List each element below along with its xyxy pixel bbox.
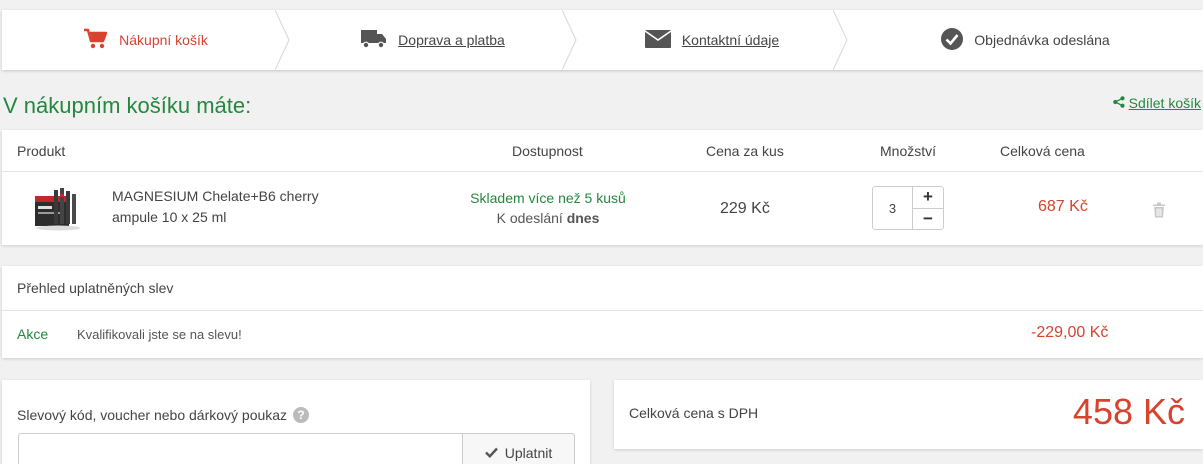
step-order-sent: Objednávka odeslána (847, 10, 1203, 70)
shipping-info: K odeslání dnes (442, 208, 654, 228)
voucher-panel: Slevový kód, voucher nebo dárkový poukaz… (2, 380, 590, 464)
product-image[interactable] (32, 182, 84, 234)
unit-price: 229 Kč (720, 200, 770, 217)
step-contact-label: Kontaktní údaje (681, 32, 780, 48)
step-cart[interactable]: Nákupní košík (2, 10, 290, 70)
step-contact[interactable]: Kontaktní údaje (576, 10, 848, 70)
cart-icon (83, 28, 109, 53)
shipping-prefix: K odeslání (496, 210, 563, 226)
order-total-panel: Celková cena s DPH 458 Kč (614, 380, 1203, 449)
share-cart-label: Sdílet košík (1128, 95, 1201, 111)
step-separator (562, 10, 577, 70)
product-name-link[interactable]: MAGNESIUM Chelate+B6 cherry ampule 10 x … (112, 186, 352, 228)
discounts-panel: Přehled uplatněných slev Akce Kvalifikov… (2, 266, 1203, 358)
apply-voucher-button[interactable]: Uplatnit (462, 433, 575, 464)
discount-type: Akce (17, 326, 49, 342)
row-total-price: 687 Kč (1038, 198, 1088, 215)
help-icon[interactable]: ? (293, 407, 310, 423)
checkout-steps: Nákupní košík Doprava a platba Kontaktní… (2, 10, 1203, 70)
envelope-icon (644, 29, 672, 52)
step-shipping-label: Doprava a platba (398, 32, 505, 48)
order-total-value: 458 Kč (1072, 391, 1185, 432)
voucher-label: Slevový kód, voucher nebo dárkový poukaz (17, 407, 288, 423)
apply-voucher-label: Uplatnit (504, 445, 553, 461)
voucher-input[interactable] (18, 433, 463, 464)
step-separator (833, 10, 848, 70)
increment-button[interactable]: + (913, 187, 943, 209)
quantity-input[interactable]: 3 (873, 187, 913, 229)
col-quantity: Množství (880, 143, 937, 159)
cart-table: Produkt Dostupnost Cena za kus Množství … (2, 130, 1203, 245)
truck-icon (360, 28, 388, 53)
discount-row: Akce Kvalifikovali jste se na slevu! -22… (2, 311, 1203, 357)
voucher-label-row: Slevový kód, voucher nebo dárkový poukaz… (17, 407, 310, 423)
shipping-when: dnes (566, 210, 600, 226)
trash-icon[interactable] (1152, 202, 1166, 221)
step-separator (275, 10, 290, 70)
table-row: MAGNESIUM Chelate+B6 cherry ampule 10 x … (2, 172, 1203, 244)
availability-cell: Skladem více než 5 kusů K odeslání dnes (442, 188, 654, 228)
col-total: Celková cena (1000, 143, 1085, 159)
decrement-button[interactable]: − (913, 209, 943, 230)
step-shipping[interactable]: Doprava a platba (289, 10, 577, 70)
page-title: V nákupním košíku máte: (3, 93, 252, 118)
col-unit-price: Cena za kus (706, 143, 784, 159)
col-product: Produkt (17, 143, 66, 159)
share-icon (1112, 95, 1125, 111)
check-icon (484, 445, 498, 461)
discount-message: Kvalifikovali jste se na slevu! (77, 327, 242, 342)
step-order-sent-label: Objednávka odeslána (974, 32, 1110, 48)
quantity-stepper: 3 + − (872, 186, 944, 230)
check-circle-icon (940, 27, 964, 54)
discount-amount: -229,00 Kč (1031, 324, 1109, 341)
stock-status: Skladem více než 5 kusů (470, 190, 626, 206)
cart-table-header: Produkt Dostupnost Cena za kus Množství … (2, 130, 1203, 172)
order-total-label: Celková cena s DPH (629, 405, 759, 421)
step-cart-label: Nákupní košík (119, 32, 208, 48)
share-cart-link[interactable]: Sdílet košík (1112, 95, 1201, 111)
col-availability: Dostupnost (512, 143, 583, 159)
discounts-title: Přehled uplatněných slev (17, 280, 174, 296)
